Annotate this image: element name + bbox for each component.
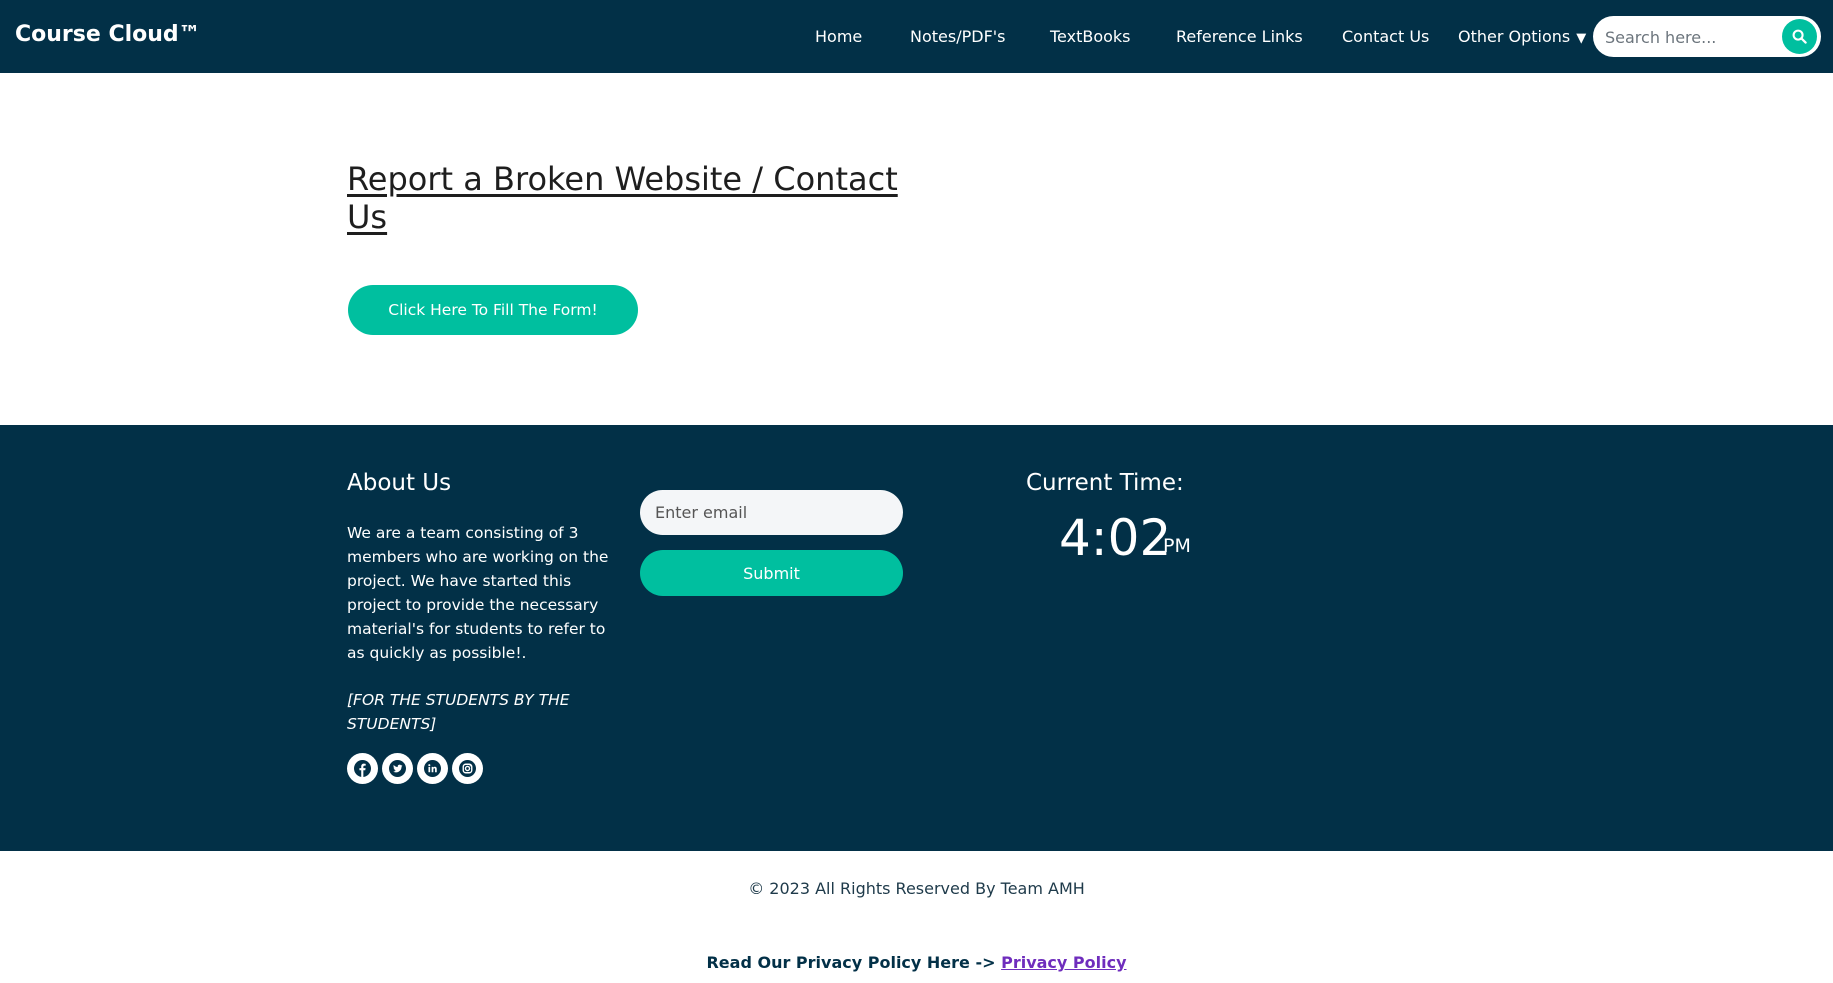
privacy-policy-line: Read Our Privacy Policy Here -> Privacy … [0,953,1833,972]
email-field[interactable] [640,490,903,535]
about-us-text: We are a team consisting of 3 members wh… [347,524,609,662]
about-us-motto: [FOR THE STUDENTS BY THE STUDENTS] [347,691,570,733]
linkedin-link[interactable] [417,753,448,784]
linkedin-icon [424,760,441,777]
footer: About Us We are a team consisting of 3 m… [0,425,1833,851]
nav-link-reference-links[interactable]: Reference Links [1176,27,1303,46]
page-title: Report a Broken Website / Contact Us [347,160,898,236]
search-icon [1792,29,1807,44]
social-links [347,753,483,784]
current-time-value: 4:02 [1059,509,1172,567]
instagram-link[interactable] [452,753,483,784]
nav-link-textbooks[interactable]: TextBooks [1050,27,1131,46]
nav-dropdown-label: Other Options [1458,27,1571,46]
twitter-icon [389,760,406,777]
privacy-policy-link[interactable]: Privacy Policy [1001,953,1126,972]
caret-down-icon: ▼ [1576,31,1587,46]
search-input[interactable] [1605,25,1775,49]
privacy-policy-prefix: Read Our Privacy Policy Here -> [706,953,1002,972]
fill-form-button[interactable]: Click Here To Fill The Form! [348,285,638,335]
nav-dropdown-other-options[interactable]: Other Options ▼ [1458,27,1586,46]
nav-link-home[interactable]: Home [815,27,862,46]
current-time-ampm: PM [1163,535,1191,557]
current-time-heading: Current Time: [1026,470,1184,496]
twitter-link[interactable] [382,753,413,784]
about-us-heading: About Us [347,470,452,496]
instagram-icon [459,760,476,777]
search-button[interactable] [1782,19,1817,54]
brand-logo-text[interactable]: Course Cloud™ [15,22,201,47]
nav-link-contact-us[interactable]: Contact Us [1342,27,1429,46]
facebook-icon [354,760,371,777]
facebook-link[interactable] [347,753,378,784]
submit-button[interactable]: Submit [640,550,903,596]
top-navbar: Course Cloud™ Home Notes/PDF's TextBooks… [0,0,1833,73]
copyright-text: © 2023 All Rights Reserved By Team AMH [748,879,1085,898]
search-box [1593,16,1821,57]
nav-link-notes[interactable]: Notes/PDF's [910,27,1006,46]
